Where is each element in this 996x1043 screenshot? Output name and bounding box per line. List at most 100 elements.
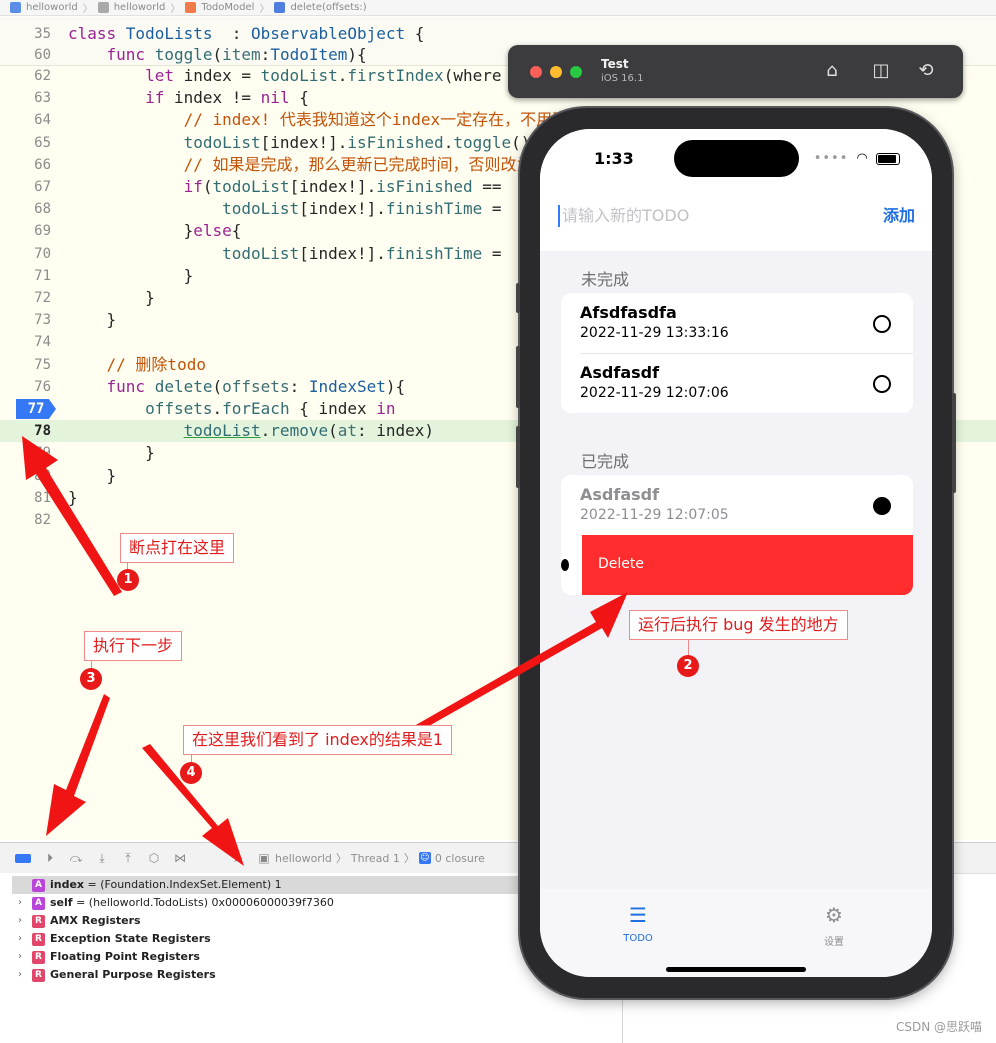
line-number: 68 [34,201,51,218]
line-number: 35 [34,26,51,42]
code-text: if index != nil { [145,88,309,108]
action-button [516,283,520,313]
variable-name: self [50,896,73,909]
annotation-number-3: 3 [80,668,102,690]
simulator-title: Test [601,57,629,71]
line-number: 60 [34,47,51,63]
line-number: 65 [34,134,51,151]
breakpoint-marker[interactable]: 77 [16,399,56,419]
unchecked-circle-icon[interactable] [873,315,891,333]
line-number: 76 [34,378,51,395]
code-text: // 如果是完成，那么更新已完成时间，否则改为 [183,154,533,174]
variable-text: AMX Registers [50,912,141,930]
list-item[interactable]: Afsdfasdfa 2022-11-29 13:33:16 [561,293,913,353]
step-into-icon[interactable]: ⤓ [95,851,109,865]
breadcrumb-method[interactable]: delete(offsets:) [290,2,366,13]
code-text: } [68,465,117,485]
annotation-number-4: 4 [180,762,202,784]
disclosure-chevron-icon[interactable]: › [18,894,22,912]
add-button[interactable]: 添加 [883,205,915,227]
breadcrumb-file[interactable]: TodoModel [201,2,254,13]
dynamic-island [674,140,799,177]
zoom-window-button[interactable] [570,66,582,78]
step-over-icon[interactable]: ⤼ [69,851,83,865]
wifi-icon: ◠ [856,151,868,166]
register-badge: R [32,951,45,964]
delete-label: Delete [598,556,644,572]
unchecked-circle-icon[interactable] [873,375,891,393]
hidden-row-circle-icon [561,559,569,571]
code-text: todoList[index!].finishTime = [222,243,502,263]
chevron-right-icon: 〉 [170,4,181,15]
list-item[interactable]: Asdfasdf 2022-11-29 12:07:06 [561,353,913,413]
breakpoints-toggle-icon[interactable] [15,853,31,863]
minimize-window-button[interactable] [550,66,562,78]
disclosure-chevron-icon[interactable]: › [18,912,22,930]
tab-todo[interactable]: TODO [608,933,668,944]
annotation-step-next: 执行下一步 [84,631,183,661]
disclosure-chevron-icon[interactable]: › [18,930,22,948]
view-hierarchy-icon[interactable]: ⬡ [147,851,161,865]
variable-text: General Purpose Registers [50,966,216,984]
list-item[interactable]: Asdfasdf 2022-11-29 12:07:05 [561,475,913,535]
code-text: // 删除todo [106,354,206,374]
section-unfinished: 未完成 [581,270,630,289]
variable-value: = (helloworld.TodoLists) 0x00006000039f7… [72,896,334,909]
todo-input[interactable]: 请输入新的TODO [558,205,862,227]
variable-text: self = (helloworld.TodoLists) 0x00006000… [50,894,334,912]
method-icon [274,2,286,13]
disclosure-chevron-icon[interactable]: › [18,948,22,966]
volume-up-button [516,346,520,408]
status-icons: •••• ◠ [814,151,900,166]
rotate-icon[interactable]: ⟲ [914,59,938,83]
line-number: 80 [34,467,51,484]
volume-down-button [516,426,520,488]
code-text: } [68,310,117,330]
breadcrumb-folder[interactable]: helloworld [114,2,166,13]
memory-graph-icon[interactable]: ⋈ [173,851,187,865]
line-number: 74 [34,334,51,351]
annotation-number-1: 1 [117,569,139,591]
line-number: 69 [34,223,51,240]
disclosure-chevron-icon[interactable]: › [18,966,22,984]
swipe-delete-button[interactable]: Delete [582,535,913,595]
breadcrumb-project[interactable]: helloworld [26,2,78,13]
tab-settings[interactable]: 设置 [804,933,864,948]
item-title: Afsdfasdfa [580,303,677,322]
variable-row-index[interactable]: A index = (Foundation.IndexSet.Element) … [12,876,532,894]
variable-text: Floating Point Registers [50,948,200,966]
checked-circle-icon[interactable] [873,497,891,515]
line-number: 75 [34,356,51,373]
sticky-code-line[interactable]: 35 class TodoLists : ObservableObject { [0,23,996,45]
debug-path-app[interactable]: helloworld [275,852,332,865]
power-button [952,393,956,493]
cellular-icon: •••• [813,151,849,166]
variable-text: index = (Foundation.IndexSet.Element) 1 [50,876,282,894]
line-number: 63 [34,90,51,107]
simulator-titlebar[interactable]: Test iOS 16.1 ⌂ ◫ ⟲ [508,45,963,98]
register-row[interactable]: › R General Purpose Registers [0,966,622,984]
list-icon[interactable]: ☰ [618,903,658,927]
chevron-right-icon: 〉 [259,4,270,15]
debug-path-frame[interactable]: 0 closure [435,852,485,865]
gear-icon[interactable]: ⚙ [814,903,854,927]
iphone-device: 1:33 •••• ◠ 请输入新的TODO 添加 未完成 Afsdfasdfa … [516,108,956,998]
annotation-breakpoint: 断点打在这里 [120,533,235,563]
screenshot-icon[interactable]: ◫ [869,59,893,83]
step-out-icon[interactable]: ⤒ [121,851,135,865]
line-number: 71 [34,267,51,284]
debug-path-thread[interactable]: Thread 1 [351,852,400,865]
location-icon[interactable]: ➤ [231,851,245,865]
close-window-button[interactable] [530,66,542,78]
register-badge: R [32,969,45,982]
home-icon[interactable]: ⌂ [820,59,844,83]
continue-icon[interactable]: ⏵ [43,851,57,865]
line-number: 79 [34,445,51,462]
device-screen: 1:33 •••• ◠ 请输入新的TODO 添加 未完成 Afsdfasdfa … [540,129,932,977]
line-number: 81 [34,489,51,506]
code-text: }else{ [183,221,242,241]
annotation-number-2: 2 [677,655,699,677]
register-badge: R [32,933,45,946]
code-text: if(todoList[index!].isFinished == [183,177,502,196]
code-text: class TodoLists : ObservableObject { [68,24,425,43]
